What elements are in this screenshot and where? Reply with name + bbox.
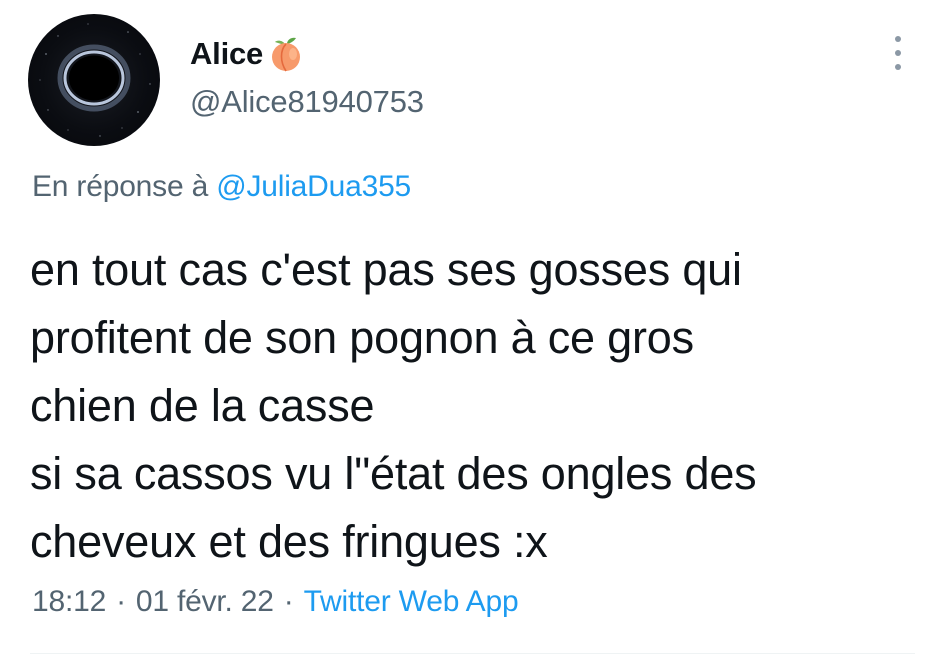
tweet-text-line: en tout cas c'est pas ses gosses qui — [30, 244, 742, 295]
tweet-text-line: si sa cassos vu l"état des ongles des — [30, 448, 757, 499]
peach-emoji-icon — [272, 37, 301, 72]
avatar[interactable] — [28, 14, 160, 146]
reply-mention-link[interactable]: @JuliaDua355 — [216, 170, 411, 203]
more-dot — [895, 64, 901, 70]
meta-separator: · — [283, 585, 294, 618]
tweet-time[interactable]: 18:12 — [32, 585, 106, 619]
more-options-icon[interactable] — [888, 36, 908, 70]
tweet-meta: 18:12 · 01 févr. 22 · Twitter Web App — [32, 585, 519, 619]
author-name-row[interactable]: Alice — [190, 32, 306, 76]
author-handle[interactable]: @Alice81940753 — [190, 84, 424, 120]
tweet-text-line: profitent de son pognon à ce gros — [30, 312, 694, 363]
tweet-text-line: cheveux et des fringues :x — [30, 516, 548, 567]
more-dot — [895, 50, 901, 56]
tweet-text-line: chien de la casse — [30, 380, 375, 431]
reply-prefix: En réponse à — [32, 170, 209, 203]
divider — [30, 653, 915, 654]
tweet-text: en tout cas c'est pas ses gosses qui pro… — [30, 236, 930, 576]
tweet-date[interactable]: 01 févr. 22 — [136, 585, 274, 619]
black-hole-avatar-image — [39, 23, 151, 137]
tweet-source-link[interactable]: Twitter Web App — [304, 585, 519, 619]
reply-context: En réponse à @JuliaDua355 — [32, 170, 411, 204]
more-dot — [895, 36, 901, 42]
display-name[interactable]: Alice — [190, 36, 263, 72]
tweet-card: Alice @Alice81940753 En réponse à @Julia… — [0, 0, 945, 656]
meta-separator: · — [116, 585, 126, 618]
